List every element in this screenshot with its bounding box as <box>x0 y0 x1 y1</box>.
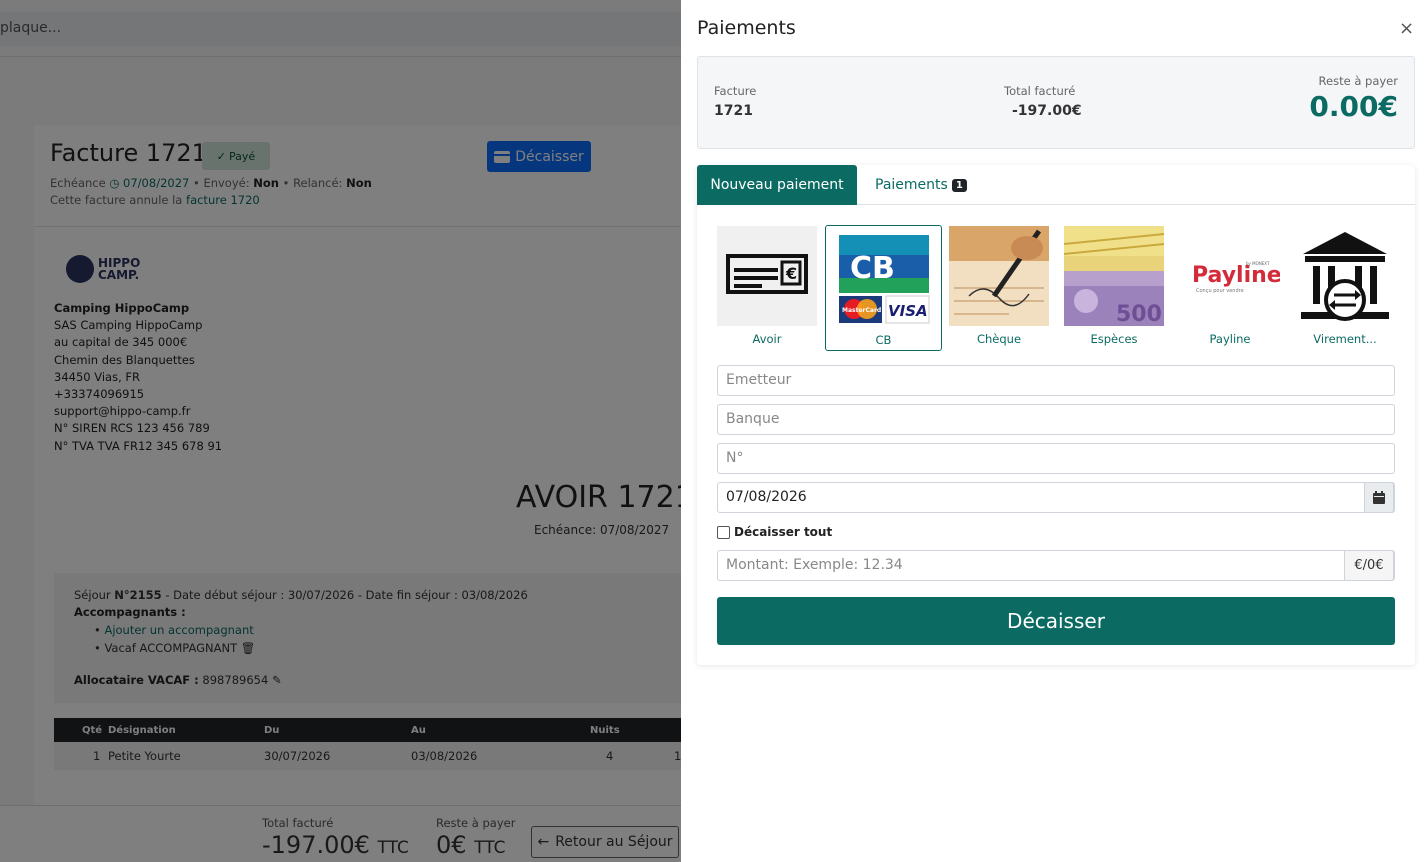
calendar-icon[interactable] <box>1364 482 1394 513</box>
date-field[interactable]: 07/08/2026 <box>717 482 1395 513</box>
banknotes-photo: 500 <box>1064 226 1164 326</box>
tab-payments[interactable]: Paiements 1 <box>875 165 967 205</box>
disburse-all-label: Décaisser tout <box>734 525 833 539</box>
method-label: Payline <box>1209 332 1251 346</box>
summary-total-label: Total facturé <box>1004 84 1076 98</box>
payline-logo: Payline by MONEXT Conçu pour vendre <box>1180 226 1280 326</box>
tab-payments-label: Paiements <box>875 177 948 193</box>
submit-disburse-button[interactable]: Décaisser <box>717 597 1395 645</box>
visa-text: VISA <box>888 302 928 320</box>
summary-remaining-label: Reste à payer <box>1318 74 1398 88</box>
summary-total-value: -197.00€ <box>1012 103 1082 119</box>
issuer-field[interactable]: Emetteur <box>717 365 1395 396</box>
cheque-number-field[interactable]: N° <box>717 443 1395 474</box>
method-cb[interactable]: CB MasterCard VISA CB <box>825 225 942 351</box>
voucher-icon: € <box>717 226 817 326</box>
svg-text:€: € <box>785 264 797 283</box>
tab-new-payment[interactable]: Nouveau paiement <box>697 165 857 205</box>
amount-suffix: €/0€ <box>1344 550 1394 581</box>
payline-by-text: by MONEXT <box>1246 261 1270 266</box>
amount-placeholder: Montant: Exemple: 12.34 <box>726 557 903 573</box>
method-label: Avoir <box>752 332 782 346</box>
summary-invoice-value: 1721 <box>714 103 753 119</box>
method-label: Chèque <box>976 332 1022 346</box>
summary-remaining-value: 0.00€ <box>1309 90 1398 123</box>
panel-title: Paiements <box>697 17 796 39</box>
amount-field[interactable]: Montant: Exemple: 12.34 €/0€ <box>717 550 1395 581</box>
method-label: Virement... <box>1313 332 1377 346</box>
date-value: 07/08/2026 <box>726 489 807 505</box>
method-avoir[interactable]: € Avoir <box>717 226 817 346</box>
disburse-all-checkbox[interactable] <box>717 525 730 539</box>
svg-text:CB: CB <box>850 251 895 286</box>
payline-logo-text: Payline <box>1192 263 1280 288</box>
credit-card-logo: CB MasterCard VISA <box>826 229 941 329</box>
method-cheque[interactable]: Chèque <box>949 226 1049 346</box>
method-label: Espèces <box>1090 332 1138 346</box>
method-payline[interactable]: Payline by MONEXT Conçu pour vendre Payl… <box>1180 226 1280 346</box>
method-label: CB <box>875 333 892 347</box>
disburse-all-row[interactable]: Décaisser tout <box>717 525 832 539</box>
cheque-photo <box>949 226 1049 326</box>
summary-invoice-label: Facture <box>714 84 757 98</box>
tab-new-payment-label: Nouveau paiement <box>710 177 844 193</box>
bank-field[interactable]: Banque <box>717 404 1395 435</box>
bank-transfer-icon <box>1295 226 1395 326</box>
payment-summary: Facture 1721 Total facturé -197.00€ Rest… <box>697 56 1415 149</box>
method-virement[interactable]: Virement... <box>1295 226 1395 346</box>
payments-panel: Paiements × Facture 1721 Total facturé -… <box>681 0 1427 862</box>
method-especes[interactable]: 500 Espèces <box>1064 226 1164 346</box>
payments-count-badge: 1 <box>951 178 967 192</box>
close-icon[interactable]: × <box>1399 18 1414 39</box>
payment-card: Nouveau paiement Paiements 1 € Avoir CB … <box>697 165 1415 665</box>
mastercard-text: MasterCard <box>842 307 881 314</box>
payment-tabs: Nouveau paiement Paiements 1 <box>697 165 1415 205</box>
svg-text:500: 500 <box>1116 302 1162 326</box>
payline-tagline: Conçu pour vendre <box>1196 288 1244 294</box>
